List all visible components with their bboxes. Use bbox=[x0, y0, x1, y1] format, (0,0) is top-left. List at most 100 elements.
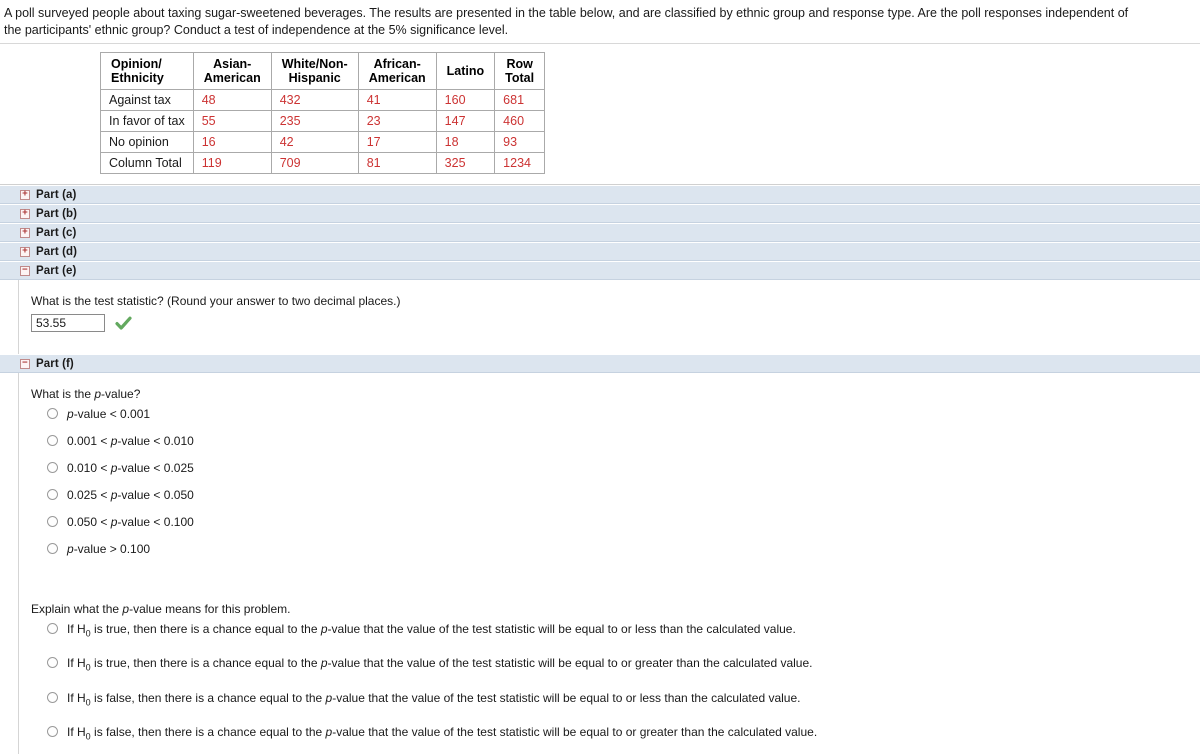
radio-button-icon[interactable] bbox=[47, 657, 58, 669]
part-d-header[interactable]: + Part (d) bbox=[0, 242, 1200, 261]
part-b-header[interactable]: + Part (b) bbox=[0, 204, 1200, 223]
header-line-2: American bbox=[203, 71, 261, 85]
option-label: 0.025 < p-value < 0.050 bbox=[67, 488, 194, 502]
cell-against-total: 681 bbox=[494, 89, 546, 111]
cell-noopinion-asian: 16 bbox=[192, 131, 272, 153]
part-a-header[interactable]: + Part (a) bbox=[0, 185, 1200, 204]
table-header-asian-american: Asian- American bbox=[192, 52, 272, 90]
contingency-table-container: Opinion/ Ethnicity Asian- American White… bbox=[0, 44, 1200, 185]
explanation-options: If H0 is true, then there is a chance eq… bbox=[25, 622, 1200, 744]
exercise-page: A poll surveyed people about taxing suga… bbox=[0, 0, 1200, 754]
table-header-row: Opinion/ Ethnicity Asian- American White… bbox=[100, 52, 546, 90]
option-label: 0.050 < p-value < 0.100 bbox=[67, 515, 194, 529]
p-value-option-2[interactable]: 0.001 < p-value < 0.010 bbox=[47, 434, 1200, 448]
cell-against-african: 41 bbox=[357, 89, 437, 111]
cell-total-latino: 325 bbox=[435, 152, 496, 174]
table-row: Against tax 48 432 41 160 681 bbox=[100, 89, 546, 111]
explanation-option-2[interactable]: If H0 is true, then there is a chance eq… bbox=[47, 656, 1200, 674]
radio-button-icon[interactable] bbox=[47, 543, 58, 554]
header-line-1: Opinion/ bbox=[111, 57, 162, 71]
test-statistic-input[interactable] bbox=[31, 314, 105, 332]
p-value-option-1[interactable]: p-value < 0.001 bbox=[47, 407, 1200, 421]
table-row: Column Total 119 709 81 325 1234 bbox=[100, 152, 546, 174]
table-row: No opinion 16 42 17 18 93 bbox=[100, 131, 546, 153]
row-label-no-opinion: No opinion bbox=[100, 131, 194, 153]
row-label-in-favor-of-tax: In favor of tax bbox=[100, 110, 194, 132]
option-label: 0.010 < p-value < 0.025 bbox=[67, 461, 194, 475]
p-value-option-6[interactable]: p-value > 0.100 bbox=[47, 542, 1200, 556]
part-f-content: What is the p-value? p-value < 0.001 0.0… bbox=[18, 373, 1200, 754]
expand-plus-icon[interactable]: + bbox=[20, 208, 30, 219]
p-value-option-4[interactable]: 0.025 < p-value < 0.050 bbox=[47, 488, 1200, 502]
test-statistic-answer-row bbox=[31, 314, 1200, 332]
header-line-2: Ethnicity bbox=[111, 71, 164, 85]
cell-total-white: 709 bbox=[270, 152, 359, 174]
option-label: 0.001 < p-value < 0.010 bbox=[67, 434, 194, 448]
table-header-latino: Latino bbox=[435, 52, 496, 90]
p-value-option-3[interactable]: 0.010 < p-value < 0.025 bbox=[47, 461, 1200, 475]
cell-total-grand: 1234 bbox=[494, 152, 546, 174]
radio-button-icon[interactable] bbox=[47, 623, 58, 634]
header-line-1: Asian- bbox=[213, 57, 252, 71]
test-statistic-question: What is the test statistic? (Round your … bbox=[31, 294, 401, 308]
radio-button-icon[interactable] bbox=[47, 691, 58, 703]
explanation-option-3[interactable]: If H0 is false, then there is a chance e… bbox=[47, 691, 1200, 709]
option-label: If H0 is false, then there is a chance e… bbox=[67, 690, 801, 708]
cell-against-latino: 160 bbox=[435, 89, 496, 111]
table-row: In favor of tax 55 235 23 147 460 bbox=[100, 110, 546, 132]
part-a-label: Part (a) bbox=[36, 188, 77, 201]
part-f-header[interactable]: − Part (f) bbox=[0, 354, 1200, 373]
p-value-question: What is the p-value? bbox=[31, 387, 141, 401]
cell-favor-total: 460 bbox=[494, 110, 546, 132]
explanation-option-4[interactable]: If H0 is false, then there is a chance e… bbox=[47, 725, 1200, 743]
p-value-option-5[interactable]: 0.050 < p-value < 0.100 bbox=[47, 515, 1200, 529]
collapse-minus-icon[interactable]: − bbox=[20, 358, 30, 369]
expand-plus-icon[interactable]: + bbox=[20, 246, 30, 257]
table-header-african-american: African- American bbox=[357, 52, 437, 90]
cell-favor-asian: 55 bbox=[192, 110, 272, 132]
header-line-2: American bbox=[368, 71, 426, 85]
part-c-header[interactable]: + Part (c) bbox=[0, 223, 1200, 242]
option-label: If H0 is true, then there is a chance eq… bbox=[67, 622, 796, 639]
option-label: p-value > 0.100 bbox=[67, 542, 151, 556]
part-d-label: Part (d) bbox=[36, 245, 78, 258]
table-header-opinion-ethnicity: Opinion/ Ethnicity bbox=[100, 52, 194, 90]
header-line-1: White/Non- bbox=[281, 57, 348, 71]
cell-noopinion-white: 42 bbox=[270, 131, 359, 153]
cell-total-asian: 119 bbox=[192, 152, 272, 174]
explanation-question: Explain what the p-value means for this … bbox=[31, 602, 291, 616]
cell-noopinion-total: 93 bbox=[494, 131, 546, 153]
cell-favor-african: 23 bbox=[357, 110, 437, 132]
radio-button-icon[interactable] bbox=[47, 516, 58, 527]
p-value-options: p-value < 0.001 0.001 < p-value < 0.010 … bbox=[25, 407, 1200, 556]
header-line-2: Hispanic bbox=[288, 71, 341, 85]
correct-check-icon bbox=[115, 316, 132, 331]
row-label-against-tax: Against tax bbox=[100, 89, 194, 111]
cell-against-white: 432 bbox=[270, 89, 359, 111]
radio-button-icon[interactable] bbox=[47, 435, 58, 446]
option-label: If H0 is true, then there is a chance eq… bbox=[67, 656, 813, 673]
header-line-1: Latino bbox=[446, 64, 485, 78]
cell-favor-white: 235 bbox=[270, 110, 359, 132]
cell-total-african: 81 bbox=[357, 152, 437, 174]
option-label: If H0 is false, then there is a chance e… bbox=[67, 725, 818, 742]
p-value-explanation-block: Explain what the p-value means for this … bbox=[25, 602, 1200, 744]
expand-plus-icon[interactable]: + bbox=[20, 227, 30, 238]
table-body: Against tax 48 432 41 160 681 In favor o… bbox=[100, 89, 546, 174]
header-line-2: Total bbox=[505, 71, 535, 85]
radio-button-icon[interactable] bbox=[47, 408, 58, 419]
problem-line-1: A poll surveyed people about taxing suga… bbox=[4, 6, 1129, 20]
explanation-option-1[interactable]: If H0 is true, then there is a chance eq… bbox=[47, 622, 1200, 640]
cell-noopinion-african: 17 bbox=[357, 131, 437, 153]
part-e-header[interactable]: − Part (e) bbox=[0, 261, 1200, 280]
radio-button-icon[interactable] bbox=[47, 462, 58, 473]
part-b-label: Part (b) bbox=[36, 207, 78, 220]
contingency-table: Opinion/ Ethnicity Asian- American White… bbox=[100, 52, 546, 174]
part-c-label: Part (c) bbox=[36, 226, 77, 239]
table-header-row-total: Row Total bbox=[494, 52, 546, 90]
problem-statement: A poll surveyed people about taxing suga… bbox=[0, 0, 1200, 44]
radio-button-icon[interactable] bbox=[47, 726, 58, 738]
expand-plus-icon[interactable]: + bbox=[20, 189, 30, 200]
collapse-minus-icon[interactable]: − bbox=[20, 265, 30, 276]
radio-button-icon[interactable] bbox=[47, 489, 58, 500]
